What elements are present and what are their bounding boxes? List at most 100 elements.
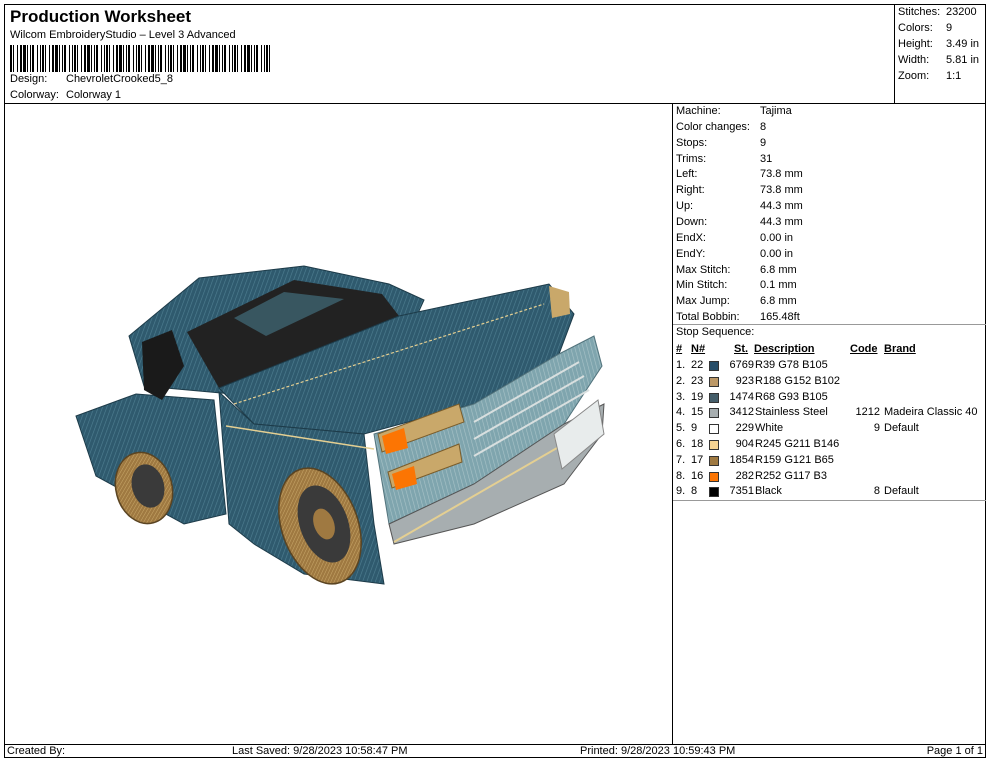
colorway-label: Colorway: — [10, 89, 59, 101]
barcode-bar — [237, 45, 238, 72]
barcode-bar — [84, 45, 86, 72]
row-stitches: 3412 — [729, 406, 754, 419]
barcode-bar — [109, 45, 110, 72]
barcode-bar — [62, 45, 63, 72]
table-row: 5. 9 229 White 9 Default — [676, 422, 984, 438]
barcode-bar — [232, 45, 233, 72]
barcode-bar — [91, 45, 92, 72]
barcode-bar — [17, 45, 18, 72]
barcode-bar — [126, 45, 127, 72]
row-needle: 23 — [691, 374, 704, 387]
created-by: Created By: — [7, 745, 66, 757]
barcode-bar — [52, 45, 54, 72]
colors-value: 9 — [946, 22, 953, 34]
min-stitch-label: Min Stitch: — [676, 279, 728, 291]
row-brand: Default — [884, 485, 919, 498]
worksheet-footer: Created By: Last Saved: 9/28/2023 10:58:… — [4, 744, 986, 758]
barcode-bar — [165, 45, 166, 72]
barcode-bar — [40, 45, 41, 72]
row-description: R159 G121 B65 — [755, 453, 834, 466]
design-preview-area — [4, 104, 673, 744]
barcode-bar — [219, 45, 220, 72]
row-code: 9 — [873, 422, 880, 435]
row-stitches: 282 — [735, 469, 754, 482]
barcode-bar — [116, 45, 118, 72]
down-value: 44.3 mm — [760, 216, 803, 228]
up-value: 44.3 mm — [760, 200, 803, 212]
stops-value: 9 — [760, 137, 767, 149]
barcode-bar — [77, 45, 78, 72]
colorway-value: Colorway 1 — [66, 89, 122, 101]
barcode-bar — [187, 45, 188, 72]
barcode-bar — [96, 45, 98, 72]
worksheet-header: Production Worksheet Wilcom EmbroiderySt… — [4, 4, 895, 104]
left-label: Left: — [676, 168, 698, 180]
colorway-row: Colorway: Colorway 1 — [10, 89, 121, 101]
row-description: R39 G78 B105 — [755, 359, 828, 371]
barcode-bar — [94, 45, 95, 72]
col-header-code: Code — [850, 343, 878, 355]
barcode-bar — [170, 45, 172, 72]
barcode-bar — [205, 45, 206, 72]
stitches-value: 23200 — [946, 6, 977, 18]
row-needle: 15 — [691, 406, 704, 419]
barcode-bar — [183, 45, 186, 72]
barcode-bar — [72, 45, 73, 72]
barcode-bar — [141, 45, 142, 72]
trims-value: 31 — [760, 153, 773, 165]
barcode-bar — [49, 45, 50, 72]
row-index: 9. — [676, 485, 686, 498]
row-code: 8 — [873, 485, 880, 498]
barcode-bar — [197, 45, 198, 72]
row-description: R245 G211 B146 — [755, 438, 840, 450]
barcode-bar — [20, 45, 22, 72]
table-row: 8. 16 282 R252 G117 B3 — [676, 470, 984, 486]
col-header-needle: N# — [691, 343, 706, 355]
barcode-bar — [138, 45, 140, 72]
barcode-bar — [23, 45, 26, 72]
table-row: 3. 19 1474 R68 G93 B105 — [676, 391, 984, 407]
color-swatch — [709, 424, 719, 435]
barcode-bar — [42, 45, 44, 72]
barcode-bar — [173, 45, 174, 72]
table-row: 6. 18 904 R245 G211 B146 — [676, 438, 984, 454]
barcode-bar — [145, 45, 146, 72]
row-index: 3. — [676, 390, 686, 403]
row-stitches: 7351 — [729, 485, 754, 498]
barcode-bar — [32, 45, 34, 72]
printed-date: Printed: 9/28/2023 10:59:43 PM — [580, 745, 736, 757]
color-swatch — [709, 471, 719, 482]
color-swatch — [709, 455, 719, 466]
barcode-bar — [212, 45, 214, 72]
barcode-bar — [37, 45, 38, 72]
machine-label: Machine: — [676, 105, 721, 117]
barcode-bar — [128, 45, 130, 72]
row-index: 6. — [676, 438, 686, 450]
stop-sequence-title: Stop Sequence: — [676, 326, 755, 338]
barcode — [10, 45, 270, 72]
max-jump-value: 6.8 mm — [760, 295, 797, 307]
height-label: Height: — [898, 38, 933, 50]
left-value: 73.8 mm — [760, 168, 803, 180]
color-swatch — [709, 361, 719, 371]
right-value: 73.8 mm — [760, 184, 803, 196]
design-value: ChevroletCrooked5_8 — [66, 73, 174, 85]
barcode-bar — [209, 45, 210, 72]
table-row: 2. 23 923 R188 G152 B102 — [676, 375, 984, 391]
row-index: 1. — [676, 359, 686, 371]
barcode-bar — [123, 45, 124, 72]
color-swatch — [709, 440, 719, 450]
row-index: 7. — [676, 453, 686, 466]
barcode-bar — [87, 45, 90, 72]
barcode-bar — [119, 45, 122, 72]
barcode-bar — [192, 45, 194, 72]
barcode-bar — [177, 45, 178, 72]
barcode-bar — [222, 45, 223, 72]
barcode-bar — [30, 45, 31, 72]
width-value: 5.81 in — [946, 54, 980, 66]
barcode-bar — [106, 45, 108, 72]
row-stitches: 229 — [735, 422, 754, 435]
barcode-bar — [264, 45, 265, 72]
design-row: Design: ChevroletCrooked5_8 — [10, 73, 173, 85]
row-index: 2. — [676, 374, 686, 387]
